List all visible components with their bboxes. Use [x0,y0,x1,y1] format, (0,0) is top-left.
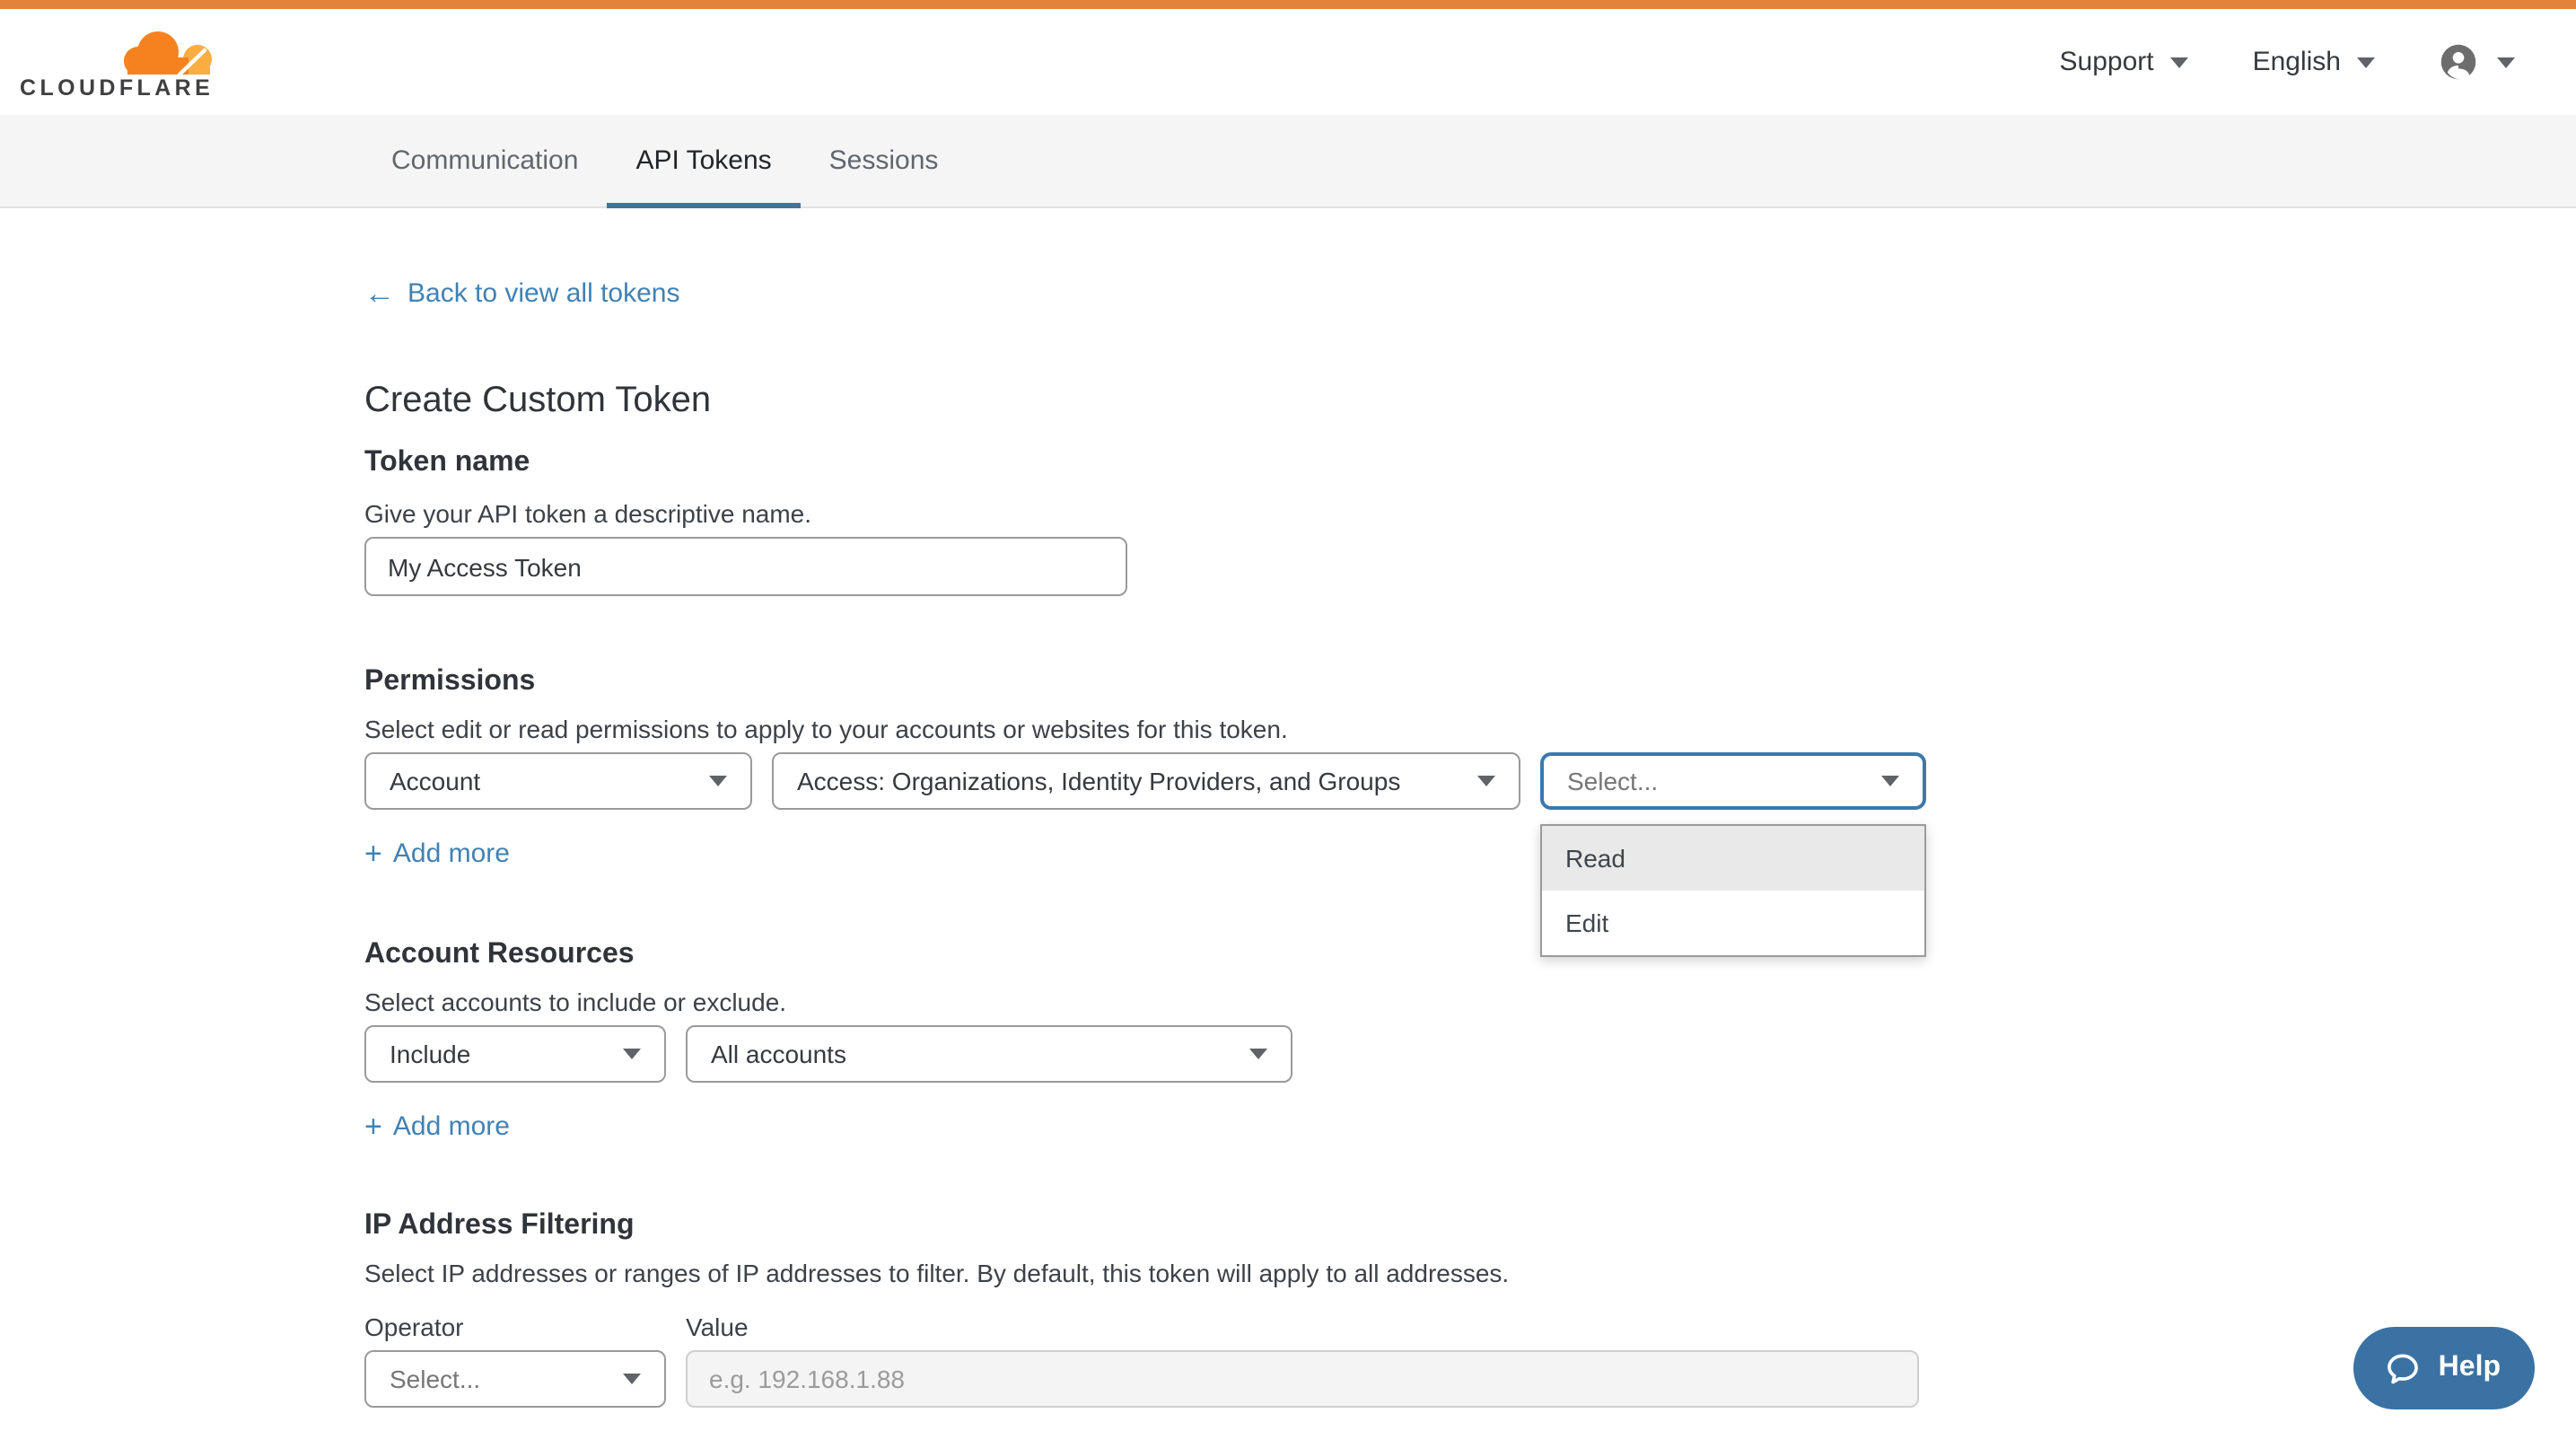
account-resources-mode-value: Include [390,1040,470,1068]
page-title: Create Custom Token [364,377,2576,424]
chevron-down-icon [709,776,727,786]
main-content: ← Back to view all tokens Create Custom … [0,208,2576,1408]
account-resources-scope-value: All accounts [711,1040,846,1068]
permissions-heading: Permissions [364,663,2576,702]
ip-filtering-heading: IP Address Filtering [364,1207,2576,1246]
chevron-down-icon [1477,776,1495,786]
permission-level-dropdown-menu: Read Edit [1540,824,1926,957]
menu-item-edit[interactable]: Edit [1542,891,1924,955]
account-resources-heading: Account Resources [364,935,2576,975]
tab-api-tokens[interactable]: API Tokens [607,115,800,206]
account-resources-description: Select accounts to include or exclude. [364,984,2576,1020]
permission-scope-value: Account [390,767,480,795]
value-label: Value [686,1309,749,1345]
token-name-description: Give your API token a descriptive name. [364,496,2576,531]
account-resources-scope-select[interactable]: All accounts [686,1025,1292,1083]
cloudflare-cloud-icon [120,26,214,75]
account-menu[interactable] [2440,43,2515,81]
permission-level-select[interactable]: Select... [1540,752,1926,810]
cloudflare-logo[interactable]: CLOUDFLARE [20,26,214,98]
chevron-down-icon [2357,57,2375,67]
profile-tabbar: Communication API Tokens Sessions [0,115,2576,208]
ip-filtering-row: Select... [364,1350,2576,1408]
account-resources-row: Include All accounts [364,1025,2576,1083]
chevron-down-icon [623,1049,641,1059]
chevron-down-icon [2497,57,2515,67]
operator-label: Operator [364,1309,666,1345]
permission-resource-select[interactable]: Access: Organizations, Identity Provider… [772,752,1520,810]
permission-scope-select[interactable]: Account [364,752,752,810]
account-resources-mode-select[interactable]: Include [364,1025,666,1083]
tab-communication[interactable]: Communication [363,115,607,206]
permissions-description: Select edit or read permissions to apply… [364,711,2576,747]
permission-resource-value: Access: Organizations, Identity Provider… [797,767,1400,795]
ip-value-input[interactable] [686,1350,1919,1408]
chevron-down-icon [623,1374,641,1384]
ip-operator-select[interactable]: Select... [364,1350,666,1408]
permissions-row: Account Access: Organizations, Identity … [364,752,2576,810]
chevron-down-icon [2170,57,2188,67]
ip-operator-placeholder: Select... [390,1365,480,1393]
ip-filtering-labels: Operator Value [364,1309,2576,1345]
chevron-down-icon [1881,776,1899,786]
user-avatar-icon [2440,43,2477,81]
chevron-down-icon [1249,1049,1267,1059]
plus-icon: + [364,837,382,873]
token-name-heading: Token name [364,443,2576,483]
help-button[interactable]: Help [2354,1327,2535,1409]
support-menu-label: Support [2060,47,2154,77]
account-resources-add-more-label: Add more [393,1110,510,1146]
menu-item-read[interactable]: Read [1542,826,1924,891]
brand-accent-bar [0,0,2576,9]
cloudflare-wordmark: CLOUDFLARE [20,76,214,98]
back-link[interactable]: ← Back to view all tokens [364,277,680,312]
permission-level-wrap: Select... Read Edit [1540,752,1926,810]
permissions-add-more-label: Add more [393,837,510,873]
account-resources-add-more-link[interactable]: + Add more [364,1110,510,1146]
left-arrow-icon: ← [364,277,395,312]
language-menu-label: English [2253,47,2341,77]
help-button-label: Help [2439,1352,2501,1384]
support-menu[interactable]: Support [2060,47,2188,77]
token-name-input[interactable] [364,537,1127,596]
language-menu[interactable]: English [2253,47,2375,77]
plus-icon: + [364,1110,382,1146]
app-header: CLOUDFLARE Support English [0,9,2576,115]
back-link-label: Back to view all tokens [407,277,680,312]
permissions-add-more-link[interactable]: + Add more [364,837,510,873]
chat-bubble-icon [2385,1349,2423,1387]
header-actions: Support English [2060,43,2516,81]
ip-filtering-description: Select IP addresses or ranges of IP addr… [364,1255,2576,1291]
permission-level-placeholder: Select... [1567,767,1658,795]
viewport: CLOUDFLARE Support English Communicat [0,0,2576,1431]
tab-sessions[interactable]: Sessions [801,115,968,206]
cloudflare-create-token-page: CLOUDFLARE Support English Communicat [0,0,2576,1431]
